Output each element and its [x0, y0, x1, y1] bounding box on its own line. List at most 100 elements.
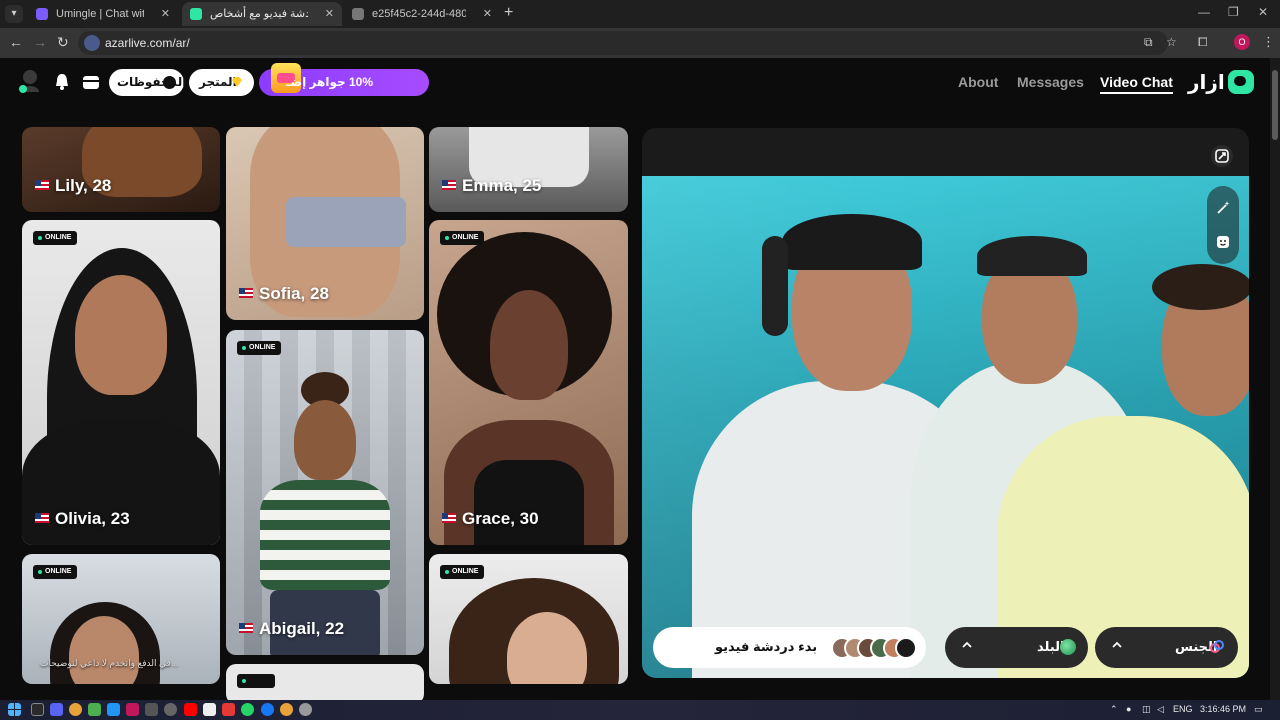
saved-button[interactable]: المحفوظات: [109, 69, 186, 96]
page-scrollbar[interactable]: [1270, 58, 1280, 700]
person-1-hair: [782, 214, 922, 270]
chrome-icon[interactable]: [280, 703, 293, 716]
close-tab-icon[interactable]: ✕: [325, 2, 334, 26]
clock-text[interactable]: 3:16:46 PM: [1200, 704, 1246, 714]
app-icon[interactable]: [126, 703, 139, 716]
headphones-icon: [762, 236, 788, 336]
card-name-text: Olivia, 23: [55, 509, 130, 528]
card-photo-top: [286, 197, 406, 247]
windows-taskbar: ⌃ ● ◫ ◁ ENG 3:16:46 PM ▭: [0, 700, 1280, 720]
card-name: Olivia, 23: [35, 509, 130, 529]
chrome-icon[interactable]: [69, 703, 82, 716]
profile-card-grace[interactable]: ONLINE Grace, 30: [429, 220, 628, 545]
app-icon[interactable]: [107, 703, 120, 716]
whatsapp-icon[interactable]: [241, 703, 254, 716]
reload-icon[interactable]: ↻: [57, 34, 69, 50]
facebook-icon[interactable]: [261, 703, 274, 716]
azar-logo-icon[interactable]: [1228, 70, 1254, 94]
browser-tab-file[interactable]: e25f45c2-244d-4808-91f9-c03 ✕: [344, 2, 500, 26]
network-icon[interactable]: ◫: [1142, 704, 1151, 715]
scroll-thumb[interactable]: [1272, 70, 1278, 140]
card-name: Sofia, 28: [239, 284, 329, 304]
gender-filter-button[interactable]: الجنس: [1095, 627, 1238, 668]
chevron-up-icon: [962, 641, 972, 648]
face-filter-icon[interactable]: [1215, 234, 1231, 250]
forward-icon[interactable]: →: [33, 34, 47, 50]
browser-tab-bar: ▾ Umingle | Chat with Strangers I ✕ أزار…: [0, 0, 1280, 28]
user-avatar-icon[interactable]: [18, 68, 40, 94]
us-flag-icon: [442, 513, 456, 523]
profile-card-partial-3[interactable]: ONLINE: [429, 554, 628, 684]
card-name-text: Abigail, 22: [259, 619, 345, 638]
tray-chevron-icon[interactable]: ⌃: [1110, 704, 1118, 715]
start-video-chat-button[interactable]: بدء دردشة فيديو: [653, 627, 926, 668]
back-icon[interactable]: ←: [9, 34, 23, 50]
card-photo-face: [294, 400, 356, 480]
online-badge: ONLINE: [33, 231, 78, 245]
person-2-cap: [977, 236, 1087, 276]
terminal-icon[interactable]: [145, 703, 158, 716]
close-tab-icon[interactable]: ✕: [161, 2, 170, 26]
restore-icon[interactable]: ❐: [1228, 5, 1239, 19]
card-name: Abigail, 22: [239, 619, 344, 639]
volume-icon[interactable]: ◁: [1157, 704, 1164, 715]
notifications-icon[interactable]: ▭: [1254, 704, 1263, 715]
us-flag-icon: [239, 288, 253, 298]
close-window-icon[interactable]: ✕: [1258, 5, 1268, 19]
browser-menu-icon[interactable]: ⋮: [1262, 34, 1275, 50]
windows-start-icon[interactable]: [8, 703, 21, 716]
app-icon[interactable]: [164, 703, 177, 716]
magic-wand-icon[interactable]: [1215, 200, 1231, 216]
promo-text: 10% جواهر إضـ: [286, 75, 373, 89]
app-icon[interactable]: [88, 703, 101, 716]
nav-video-chat[interactable]: Video Chat: [1100, 74, 1173, 94]
profile-card-olivia[interactable]: ONLINE Olivia, 23: [22, 220, 220, 545]
app-icon[interactable]: [222, 703, 235, 716]
lang-text[interactable]: ENG: [1173, 704, 1193, 714]
video-tools: [1207, 186, 1239, 264]
close-tab-icon[interactable]: ✕: [483, 2, 492, 26]
store-button[interactable]: المتجر: [189, 69, 254, 96]
logo-text[interactable]: ازار: [1188, 70, 1225, 95]
online-badge: ONLINE: [237, 341, 282, 355]
cast-icon[interactable]: ⧉: [1144, 35, 1153, 50]
browser-tab-umingle[interactable]: Umingle | Chat with Strangers I ✕: [28, 2, 178, 26]
profile-card-abigail[interactable]: ONLINE Abigail, 22: [226, 330, 424, 655]
address-bar[interactable]: azarlive.com/ar/ ⧉ ☆: [78, 31, 1177, 55]
tab-title: Umingle | Chat with Strangers I: [56, 8, 144, 20]
tab-search-button[interactable]: ▾: [5, 5, 23, 23]
discord-icon[interactable]: [50, 703, 63, 716]
us-flag-icon: [35, 180, 49, 190]
profile-card-sofia[interactable]: Sofia, 28: [226, 127, 424, 320]
wallet-icon[interactable]: [81, 72, 101, 92]
new-tab-button[interactable]: +: [504, 4, 513, 22]
site-info-icon[interactable]: [84, 35, 100, 51]
bookmark-star-icon[interactable]: ☆: [1166, 35, 1177, 49]
umingle-favicon-icon: [36, 8, 48, 20]
toast-text: ...في الدفع واتخدم لا داعي لتوضيحات: [40, 658, 179, 668]
azar-favicon-icon: [190, 8, 202, 20]
app-icon[interactable]: [203, 703, 216, 716]
minimize-icon[interactable]: —: [1198, 5, 1210, 19]
nav-messages[interactable]: Messages: [1017, 74, 1084, 90]
profile-card-lily[interactable]: Lily, 28: [22, 127, 220, 212]
online-badge: ONLINE: [33, 565, 78, 579]
profile-card-partial-2[interactable]: [226, 664, 424, 700]
country-filter-button[interactable]: البلد: [945, 627, 1088, 668]
browser-tab-azar[interactable]: أزار دردشة فيديو مع أشخاص ✕: [182, 2, 342, 26]
profile-avatar[interactable]: O: [1234, 34, 1250, 50]
expand-icon[interactable]: [1210, 144, 1234, 168]
gems-promo-button[interactable]: 10% جواهر إضـ: [259, 63, 429, 96]
clock-icon: [163, 76, 176, 89]
card-name-text: Sofia, 28: [259, 284, 329, 303]
extensions-icon[interactable]: ⧠: [1198, 34, 1208, 50]
us-flag-icon: [442, 180, 456, 190]
settings-icon[interactable]: [299, 703, 312, 716]
search-icon[interactable]: [31, 703, 44, 716]
mic-icon[interactable]: ●: [1126, 704, 1131, 714]
person-3-hair: [1152, 264, 1249, 310]
nav-about[interactable]: About: [958, 74, 998, 90]
youtube-icon[interactable]: [184, 703, 197, 716]
bell-icon[interactable]: [52, 72, 72, 92]
profile-card-emma[interactable]: Emma, 25: [429, 127, 628, 212]
